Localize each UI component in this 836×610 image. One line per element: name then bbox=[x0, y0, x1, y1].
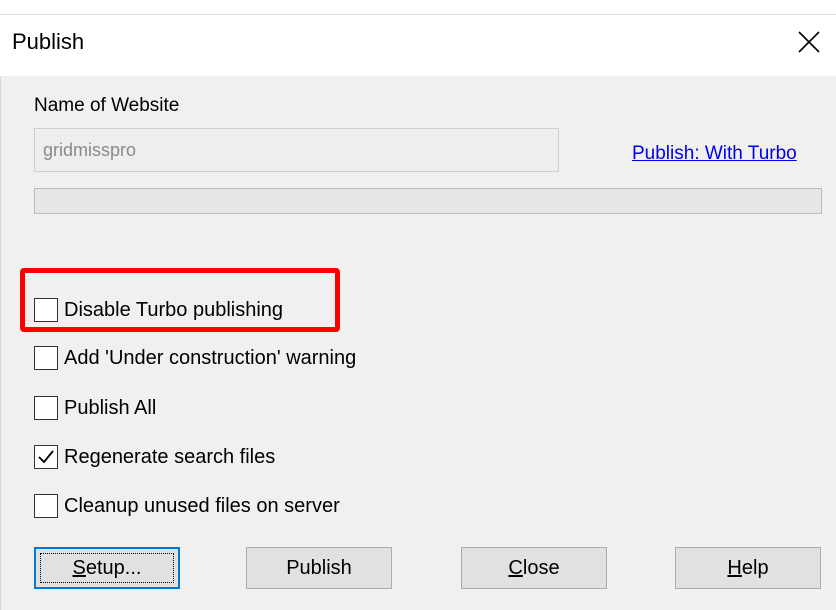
under-construction-checkbox[interactable]: Add 'Under construction' warning bbox=[34, 344, 356, 372]
checkbox-label: Regenerate search files bbox=[64, 445, 276, 468]
window-border bbox=[0, 14, 1, 610]
close-label: lose bbox=[522, 557, 560, 579]
checkbox-box[interactable] bbox=[34, 396, 58, 420]
close-button[interactable]: Close bbox=[461, 547, 607, 589]
window-title: Publish bbox=[12, 29, 85, 54]
top-strip bbox=[0, 0, 836, 14]
checkbox-box[interactable] bbox=[34, 445, 58, 469]
publish-mode-link[interactable]: Publish: With Turbo bbox=[632, 143, 797, 165]
focus-ring bbox=[40, 553, 174, 583]
checkbox-label: Publish All bbox=[64, 396, 157, 419]
help-mnemonic: H bbox=[727, 557, 742, 579]
website-name-field[interactable] bbox=[34, 128, 559, 172]
publish-dialog: Publish Name of Website Publish: With Tu… bbox=[0, 0, 836, 610]
checkbox-label: Disable Turbo publishing bbox=[64, 298, 284, 321]
setup-button[interactable]: Setup... bbox=[34, 547, 180, 589]
close-icon bbox=[798, 31, 820, 53]
checkbox-box[interactable] bbox=[34, 494, 58, 518]
checkmark-icon bbox=[38, 450, 54, 464]
close-window-button[interactable] bbox=[794, 27, 824, 57]
cleanup-unused-checkbox[interactable]: Cleanup unused files on server bbox=[34, 492, 340, 520]
help-label: elp bbox=[741, 557, 769, 579]
close-mnemonic: C bbox=[508, 557, 523, 579]
publish-button[interactable]: Publish bbox=[246, 547, 392, 589]
website-name-label: Name of Website bbox=[34, 95, 180, 116]
title-bar: Publish bbox=[0, 14, 836, 76]
publish-all-checkbox[interactable]: Publish All bbox=[34, 394, 156, 422]
checkbox-box[interactable] bbox=[34, 346, 58, 370]
checkbox-label: Add 'Under construction' warning bbox=[64, 346, 357, 369]
help-button[interactable]: Help bbox=[675, 547, 821, 589]
publish-progress-bar bbox=[34, 188, 822, 214]
checkbox-box[interactable] bbox=[34, 298, 58, 322]
checkbox-label: Cleanup unused files on server bbox=[64, 494, 340, 517]
disable-turbo-checkbox[interactable]: Disable Turbo publishing bbox=[34, 296, 283, 324]
regenerate-search-checkbox[interactable]: Regenerate search files bbox=[34, 443, 275, 471]
publish-label: Publish bbox=[286, 557, 352, 579]
